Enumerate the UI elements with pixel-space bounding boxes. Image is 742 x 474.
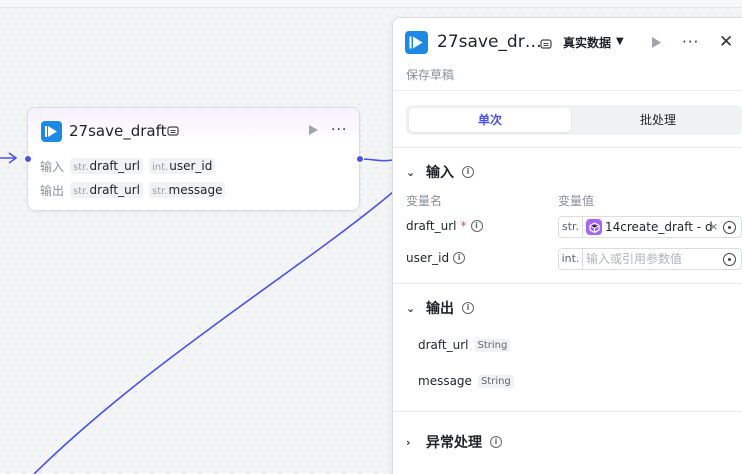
panel-description: 保存草稿 [406,68,455,82]
reference-label: 14create_draft - d [605,220,713,234]
draft-url-value-field[interactable]: str. 14create_draft - d × [558,216,742,238]
info-icon[interactable]: i [462,302,474,314]
col-header-value: 变量值 [558,194,595,208]
input-section-title: 输入 [426,165,454,181]
divider [393,283,742,284]
edge-outgoing[interactable] [360,158,394,162]
col-header-name: 变量名 [406,194,443,208]
output-row: draft_url String [418,338,511,352]
output-section-header[interactable]: ⌄ 输出 i [406,298,474,318]
target-icon[interactable] [723,221,736,234]
node-input-param: int. user_id [149,158,216,174]
node-input-param: str. draft_url [70,158,144,174]
required-mark: * [460,219,467,233]
output-type: String [474,338,511,352]
chevron-right-icon[interactable]: › [406,436,418,449]
type-select[interactable]: int. [559,249,583,269]
node-input-label: 输入 [40,159,65,174]
copy-badge-icon [167,126,179,136]
node-output-port[interactable] [356,155,364,163]
param-name: draft_url [89,159,141,173]
data-mode-select[interactable]: 真实数据 [563,35,611,51]
clear-icon[interactable]: × [709,218,718,236]
info-icon[interactable]: i [490,436,502,448]
reference-chip[interactable]: 14create_draft - d [586,218,713,236]
chevron-down-icon[interactable]: ⌄ [406,166,418,179]
workflow-node-card[interactable]: 27save_draft ··· 输入 str. draft_url int. us… [27,107,360,211]
run-mode-tabs: 单次 批处理 [406,105,742,135]
error-section-title: 异常处理 [426,435,482,451]
output-name: message [418,374,472,388]
divider [393,147,742,148]
var-label-draft-url: draft_url * i [406,219,483,233]
edge-long[interactable] [33,191,394,474]
node-output-label: 输出 [40,183,65,198]
tab-single[interactable]: 单次 [409,108,571,132]
var-name: draft_url [406,219,457,233]
cube-icon [586,219,602,235]
chevron-down-icon[interactable]: ⌄ [406,302,418,315]
param-type: str. [73,186,89,197]
divider [393,411,742,412]
var-name: user_id [406,251,450,265]
node-config-panel: 27save_dr… 真实数据 ▼ ··· ✕ 保存草稿 单次 批处理 ⌄ 输入… [392,17,742,474]
node-input-row: 输入 str. draft_url int. user_id [40,157,216,175]
close-icon[interactable]: ✕ [719,32,733,52]
node-output-param: str. draft_url [70,182,144,198]
output-row: message String [418,374,514,388]
info-icon[interactable]: i [470,220,483,232]
param-name: draft_url [89,183,141,197]
param-type: int. [152,162,169,173]
copy-badge-icon [540,39,552,49]
node-input-port[interactable] [24,155,32,163]
info-icon[interactable]: i [453,252,466,264]
video-logo-icon [405,31,428,54]
param-type: str. [73,162,89,173]
param-name: message [168,183,223,197]
type-select[interactable]: str. [559,217,583,237]
target-icon[interactable] [723,253,736,266]
param-name: user_id [169,159,213,173]
user-id-value-field[interactable]: int. 输入或引用参数值 [558,248,742,270]
play-icon[interactable] [307,124,319,136]
tab-batch[interactable]: 批处理 [577,108,739,132]
node-output-param: str. message [149,182,226,198]
param-type: str. [152,186,168,197]
info-icon[interactable]: i [462,166,474,178]
input-section-header[interactable]: ⌄ 输入 i [406,162,474,182]
divider [393,90,742,91]
video-logo-icon [41,121,62,142]
more-dots-icon[interactable]: ··· [331,121,347,139]
output-type: String [477,374,514,388]
user-id-input[interactable]: 输入或引用参数值 [586,250,682,268]
caret-down-icon[interactable]: ▼ [616,36,624,47]
play-icon[interactable] [650,36,662,49]
more-dots-icon[interactable]: ··· [682,33,699,51]
output-name: draft_url [418,338,469,352]
var-label-user-id: user_id i [406,251,466,265]
error-section-header[interactable]: › 异常处理 i [406,432,502,452]
output-section-title: 输出 [426,301,454,317]
node-title: 27save_draft [69,122,167,140]
panel-title[interactable]: 27save_dr… [437,31,542,54]
node-output-row: 输出 str. draft_url str. message [40,181,226,199]
